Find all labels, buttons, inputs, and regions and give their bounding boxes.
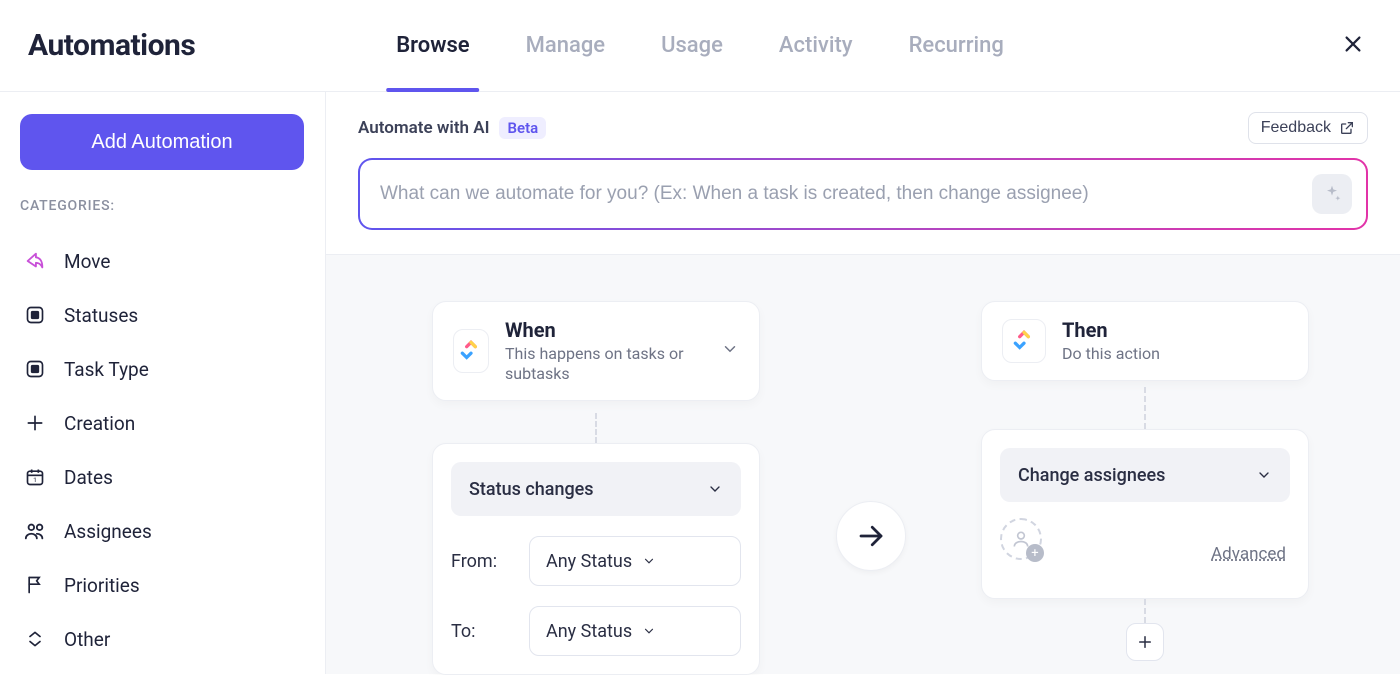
builder-canvas: When This happens on tasks or subtasks <box>326 255 1400 674</box>
task-type-icon <box>24 358 46 380</box>
sidebar-item-label: Statuses <box>64 304 138 327</box>
creation-icon <box>24 412 46 434</box>
then-card: Then Do this action <box>981 301 1309 381</box>
clickup-icon <box>1002 319 1046 363</box>
svg-text:1: 1 <box>33 476 37 484</box>
ai-title-text: Automate with AI <box>358 118 489 138</box>
sidebar-item-other[interactable]: Other <box>20 612 305 666</box>
trigger-select[interactable]: Status changes <box>451 462 741 516</box>
when-subtitle: This happens on tasks or subtasks <box>505 344 705 384</box>
from-status-select[interactable]: Any Status <box>529 536 741 586</box>
beta-badge: Beta <box>499 117 546 139</box>
page-title: Automations <box>28 28 195 63</box>
sidebar-item-creation[interactable]: Creation <box>20 396 305 450</box>
clickup-icon <box>453 329 489 373</box>
chevron-down-icon <box>642 554 656 568</box>
sidebar-item-statuses[interactable]: Statuses <box>20 288 305 342</box>
chevron-down-icon <box>642 624 656 638</box>
ai-input-wrap <box>358 158 1368 230</box>
sidebar-item-label: Other <box>64 628 110 651</box>
main-panel: Automate with AI Beta Feedback <box>326 92 1400 674</box>
from-status-value: Any Status <box>546 551 632 572</box>
plus-icon <box>1136 633 1154 651</box>
sidebar-item-task-type[interactable]: Task Type <box>20 342 305 396</box>
add-action-button[interactable] <box>1126 623 1164 661</box>
sidebar-item-label: Task Type <box>64 358 149 381</box>
ai-title: Automate with AI Beta <box>358 117 546 139</box>
categories-heading: CATEGORIES: <box>20 198 305 214</box>
sidebar-item-label: Creation <box>64 412 135 435</box>
external-link-icon <box>1339 120 1355 136</box>
ai-generate-button[interactable] <box>1312 174 1352 214</box>
header: Automations Browse Manage Usage Activity… <box>0 0 1400 92</box>
action-select[interactable]: Change assignees <box>1000 448 1290 502</box>
connector-line <box>1144 599 1146 623</box>
trigger-select-label: Status changes <box>469 479 594 500</box>
when-card: When This happens on tasks or subtasks <box>432 301 760 401</box>
to-status-value: Any Status <box>546 621 632 642</box>
dates-icon: 1 <box>24 466 46 488</box>
sparkle-icon <box>1322 184 1342 204</box>
from-label: From: <box>451 551 513 572</box>
action-card: Change assignees + Advanced <box>981 429 1309 599</box>
plus-icon: + <box>1026 544 1044 562</box>
tab-bar: Browse Manage Usage Activity Recurring <box>392 0 1008 91</box>
add-automation-button[interactable]: Add Automation <box>20 114 304 170</box>
advanced-link[interactable]: Advanced <box>1211 544 1286 564</box>
other-icon <box>24 628 46 650</box>
statuses-icon <box>24 304 46 326</box>
sidebar: Add Automation CATEGORIES: Move Statuses <box>0 92 326 674</box>
tab-activity[interactable]: Activity <box>775 0 857 92</box>
sidebar-item-dates[interactable]: 1 Dates <box>20 450 305 504</box>
sidebar-item-label: Assignees <box>64 520 152 543</box>
sidebar-item-move[interactable]: Move <box>20 234 305 288</box>
chevron-down-icon <box>707 481 723 497</box>
sidebar-item-label: Move <box>64 250 110 273</box>
arrow-separator <box>836 501 906 571</box>
priorities-icon <box>24 574 46 596</box>
connector-line <box>1144 387 1146 429</box>
chevron-down-icon <box>1256 467 1272 483</box>
chevron-down-icon <box>721 340 739 358</box>
connector-line <box>595 413 597 443</box>
ai-prompt-input[interactable] <box>380 183 1312 205</box>
trigger-card: Status changes From: Any Status To: <box>432 443 760 675</box>
when-chevron[interactable] <box>721 340 739 362</box>
then-subtitle: Do this action <box>1062 344 1160 364</box>
sidebar-item-priorities[interactable]: Priorities <box>20 558 305 612</box>
tab-manage[interactable]: Manage <box>522 0 609 92</box>
to-status-select[interactable]: Any Status <box>529 606 741 656</box>
ai-bar: Automate with AI Beta Feedback <box>326 92 1400 255</box>
feedback-label: Feedback <box>1261 119 1331 137</box>
tab-browse[interactable]: Browse <box>392 0 473 92</box>
tab-usage[interactable]: Usage <box>657 0 727 92</box>
sidebar-item-label: Priorities <box>64 574 140 597</box>
move-icon <box>24 250 46 272</box>
add-assignee-button[interactable]: + <box>1000 518 1042 560</box>
feedback-button[interactable]: Feedback <box>1248 112 1368 144</box>
when-title: When <box>505 318 705 342</box>
close-button[interactable] <box>1342 33 1364 59</box>
sidebar-item-label: Dates <box>64 466 113 489</box>
tab-recurring[interactable]: Recurring <box>905 0 1008 92</box>
sidebar-item-assignees[interactable]: Assignees <box>20 504 305 558</box>
arrow-right-icon <box>856 521 886 551</box>
assignees-icon <box>24 520 46 542</box>
action-select-label: Change assignees <box>1018 465 1165 486</box>
then-title: Then <box>1062 318 1160 342</box>
to-label: To: <box>451 621 513 642</box>
